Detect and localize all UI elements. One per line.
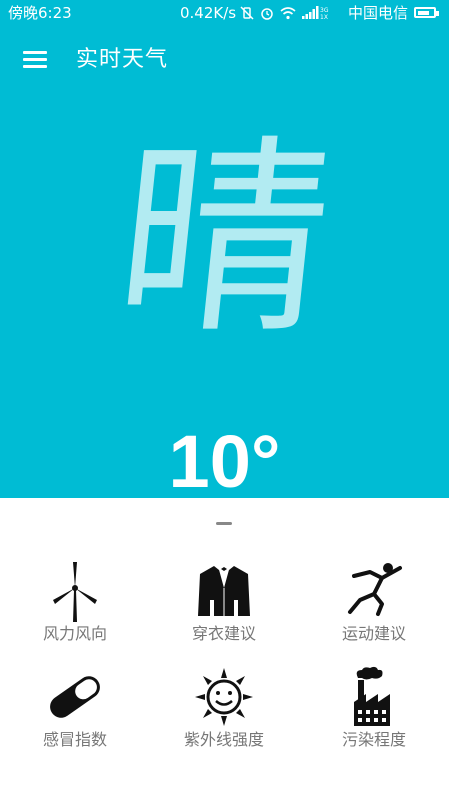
carrier-name: 中国电信 — [348, 4, 409, 22]
feature-label: 穿衣建议 — [191, 624, 256, 643]
temperature: 10° — [168, 420, 281, 503]
svg-text:3G: 3G — [320, 7, 329, 14]
feature-sports[interactable]: 运动建议 — [299, 540, 449, 650]
weather-panel: 傍晚6:23 0.42K/s 3G 1X 中国电信 实时天气 晴 10° — [0, 0, 449, 503]
wifi-icon — [280, 7, 296, 20]
sun-icon — [195, 668, 253, 726]
feature-clothing[interactable]: 穿衣建议 — [149, 540, 299, 650]
feature-pollution[interactable]: 污染程度 — [299, 646, 449, 756]
suit-icon — [198, 566, 250, 616]
status-time: 傍晚6:23 — [8, 4, 72, 22]
svg-text:1X: 1X — [320, 14, 328, 20]
vibrate-off-icon — [240, 6, 254, 20]
feature-label: 风力风向 — [42, 624, 107, 643]
feature-cold[interactable]: 感冒指数 — [0, 646, 150, 756]
network-speed: 0.42K/s — [180, 4, 237, 22]
hamburger-menu-icon[interactable] — [23, 51, 47, 69]
weather-condition: 晴 — [125, 118, 325, 342]
feature-uv[interactable]: 紫外线强度 — [149, 646, 299, 756]
weather-condition-glyph: 晴 — [125, 118, 325, 342]
signal-icon: 3G1X — [302, 6, 329, 20]
factory-icon — [354, 666, 390, 726]
status-icons: 3G 1X — [240, 6, 330, 20]
runner-icon — [348, 563, 402, 616]
pill-icon — [50, 676, 100, 718]
battery-icon — [414, 7, 439, 18]
alarm-icon — [261, 8, 273, 20]
feature-label: 污染程度 — [341, 730, 406, 749]
app-bar: 实时天气 — [0, 26, 449, 92]
status-bar: 傍晚6:23 0.42K/s 3G 1X 中国电信 — [0, 0, 449, 26]
feature-wind[interactable]: 风力风向 — [0, 540, 150, 650]
wind-turbine-icon — [53, 562, 97, 622]
page-title: 实时天气 — [76, 47, 169, 72]
feature-label: 感冒指数 — [42, 730, 107, 749]
drag-handle[interactable] — [216, 522, 232, 525]
feature-label: 紫外线强度 — [183, 730, 264, 749]
feature-label: 运动建议 — [341, 624, 406, 643]
